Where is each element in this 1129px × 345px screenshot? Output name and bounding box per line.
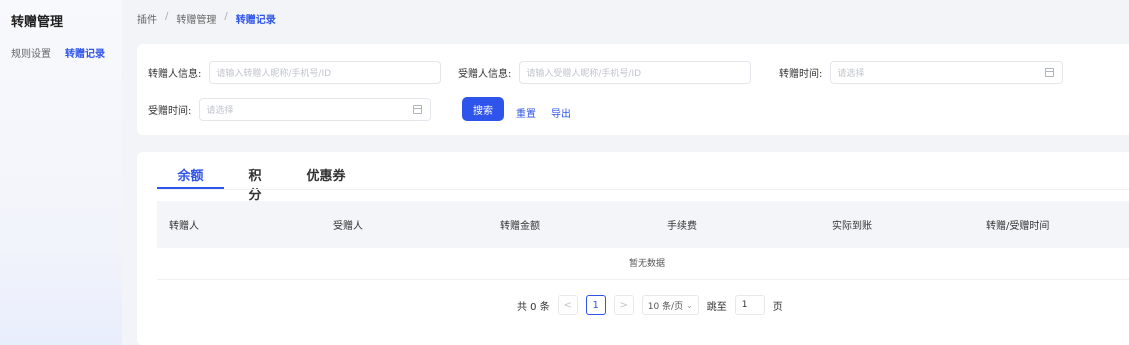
next-page-button[interactable]: > [613, 295, 634, 315]
page-suffix: 页 [772, 301, 783, 313]
receiver-field: 受赠人信息: 请输入受赠人昵称/手机号/ID [458, 61, 752, 84]
sidebar-item-transfer-records[interactable]: 转赠记录 [65, 45, 105, 60]
breadcrumb: 插件 / 转赠管理 / 转赠记录 [137, 11, 276, 26]
page-size-select[interactable]: 10 条/页 ⌄ [641, 295, 699, 315]
tab-balance[interactable]: 余额 [157, 165, 224, 189]
col-receiver: 受赠人 [333, 221, 363, 232]
receive-time-placeholder: 请选择 [206, 106, 234, 116]
reset-link[interactable]: 重置 [516, 105, 536, 120]
giver-input[interactable]: 请输入转赠人昵称/手机号/ID [209, 61, 442, 84]
tab-divider [157, 189, 1129, 190]
sidebar-menu: 规则设置 转赠记录 [11, 45, 105, 60]
receive-time-label: 受赠时间: [148, 106, 192, 117]
col-giver: 转赠人 [169, 221, 199, 232]
giver-placeholder: 请输入转赠人昵称/手机号/ID [216, 69, 332, 79]
receiver-input[interactable]: 请输入受赠人昵称/手机号/ID [519, 61, 752, 84]
breadcrumb-current: 转赠记录 [235, 15, 276, 26]
search-panel: 转赠人信息: 请输入转赠人昵称/手机号/ID 受赠人信息: 请输入受赠人昵称/手… [137, 44, 1129, 135]
breadcrumb-transfer-management[interactable]: 转赠管理 [176, 11, 216, 26]
prev-page-button[interactable]: < [557, 295, 578, 315]
col-time: 转赠/受赠时间 [986, 221, 1050, 232]
pagination: 共 0 条 < 1 > 10 条/页 ⌄ 跳至 1 页 [517, 295, 783, 315]
giver-field: 转赠人信息: 请输入转赠人昵称/手机号/ID [148, 61, 442, 84]
page-size-value: 10 条/页 [647, 301, 684, 312]
receiver-placeholder: 请输入受赠人昵称/手机号/ID [526, 69, 642, 79]
col-received: 实际到账 [832, 221, 872, 232]
receiver-label: 受赠人信息: [458, 69, 512, 80]
breadcrumb-plugin[interactable]: 插件 [137, 11, 157, 26]
sidebar-item-rule-settings[interactable]: 规则设置 [11, 45, 51, 60]
sidebar-title: 转赠管理 [11, 15, 64, 30]
sub-sidebar: 转赠管理 规则设置 转赠记录 [0, 0, 122, 345]
col-fee: 手续费 [667, 221, 697, 232]
jump-label: 跳至 [706, 301, 727, 313]
give-time-field: 转赠时间: 请选择 [779, 61, 1064, 84]
search-button[interactable]: 搜索 [462, 97, 504, 121]
breadcrumb-separator: / [165, 11, 169, 22]
tab-bar: 余额 积分 优惠券 [157, 165, 366, 203]
records-panel: 余额 积分 优惠券 转赠人 受赠人 转赠金额 手续费 实际到账 转赠/受赠时间 … [137, 152, 1129, 345]
table-header: 转赠人 受赠人 转赠金额 手续费 实际到账 转赠/受赠时间 [157, 201, 1129, 248]
col-amount: 转赠金额 [500, 221, 540, 232]
chevron-down-icon: ⌄ [686, 300, 693, 310]
jump-page-input[interactable]: 1 [734, 295, 765, 315]
export-link[interactable]: 导出 [551, 105, 571, 120]
pagination-total: 共 0 条 [517, 301, 550, 313]
give-time-picker[interactable]: 请选择 [830, 61, 1064, 84]
receive-time-field: 受赠时间: 请选择 [148, 98, 432, 121]
tab-coupons[interactable]: 优惠券 [286, 165, 366, 189]
tab-points[interactable]: 积分 [224, 165, 286, 203]
empty-state: 暂无数据 [157, 248, 1129, 280]
calendar-icon [413, 105, 423, 114]
give-time-label: 转赠时间: [779, 69, 823, 80]
receive-time-picker[interactable]: 请选择 [199, 98, 432, 121]
calendar-icon [1045, 68, 1055, 77]
breadcrumb-separator: / [224, 11, 228, 22]
page-1-button[interactable]: 1 [585, 295, 606, 315]
give-time-placeholder: 请选择 [837, 69, 865, 79]
giver-label: 转赠人信息: [148, 69, 202, 80]
